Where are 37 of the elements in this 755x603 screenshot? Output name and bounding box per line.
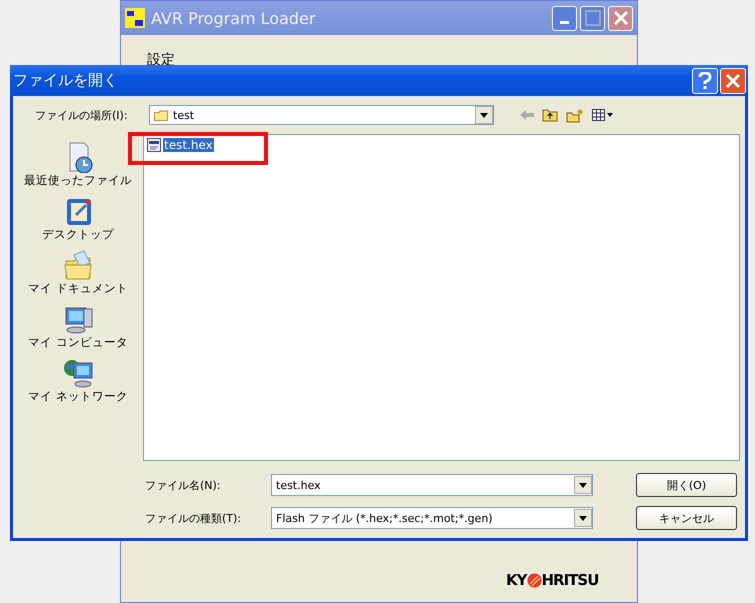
logo-text: KY <box>506 571 526 589</box>
new-folder-icon[interactable] <box>566 108 584 122</box>
location-label: ファイルの場所(I): <box>35 108 129 122</box>
minimize-button[interactable] <box>552 6 577 30</box>
filename-label: ファイル名(N): <box>145 478 222 492</box>
open-button[interactable]: 開く(O) <box>636 473 737 497</box>
file-type-label: ファイルの種類(T): <box>145 510 242 526</box>
file-icon <box>147 138 161 152</box>
close-icon <box>725 72 741 88</box>
place-label[interactable]: デスクトップ <box>42 227 114 242</box>
help-button[interactable] <box>692 68 718 94</box>
place-label[interactable]: マイ ネットワーク <box>28 389 128 404</box>
filename-field[interactable]: test.hex <box>271 474 593 496</box>
place-label[interactable]: マイ ドキュメント <box>28 281 128 296</box>
close-button[interactable] <box>720 68 746 94</box>
up-folder-icon[interactable] <box>542 108 558 122</box>
logo-text: HRITSU <box>542 571 598 589</box>
app-icon <box>125 8 145 28</box>
file-type-dropdown[interactable]: Flash ファイル (*.hex;*.sec;*.mot;*.gen) <box>271 507 593 529</box>
maximize-button[interactable] <box>580 6 605 30</box>
folder-icon <box>154 110 168 120</box>
help-icon <box>698 72 712 90</box>
file-name[interactable]: test.hex <box>163 138 214 152</box>
place-label[interactable]: 最近使ったファイル <box>24 173 132 188</box>
location-dropdown[interactable]: test <box>149 105 494 125</box>
logo-mark-icon <box>526 572 542 588</box>
maximize-icon <box>584 10 600 26</box>
window-title: AVR Program Loader <box>151 8 316 28</box>
close-icon <box>612 10 628 26</box>
dialog-title: ファイルを開く <box>13 71 118 90</box>
location-value: test <box>173 108 194 122</box>
view-menu-icon[interactable] <box>592 109 614 121</box>
place-label[interactable]: マイ コンピュータ <box>28 335 128 350</box>
close-button[interactable] <box>608 6 633 30</box>
minimize-icon <box>560 20 569 24</box>
network-icon[interactable] <box>62 357 94 389</box>
cancel-button[interactable]: キャンセル <box>636 506 737 530</box>
